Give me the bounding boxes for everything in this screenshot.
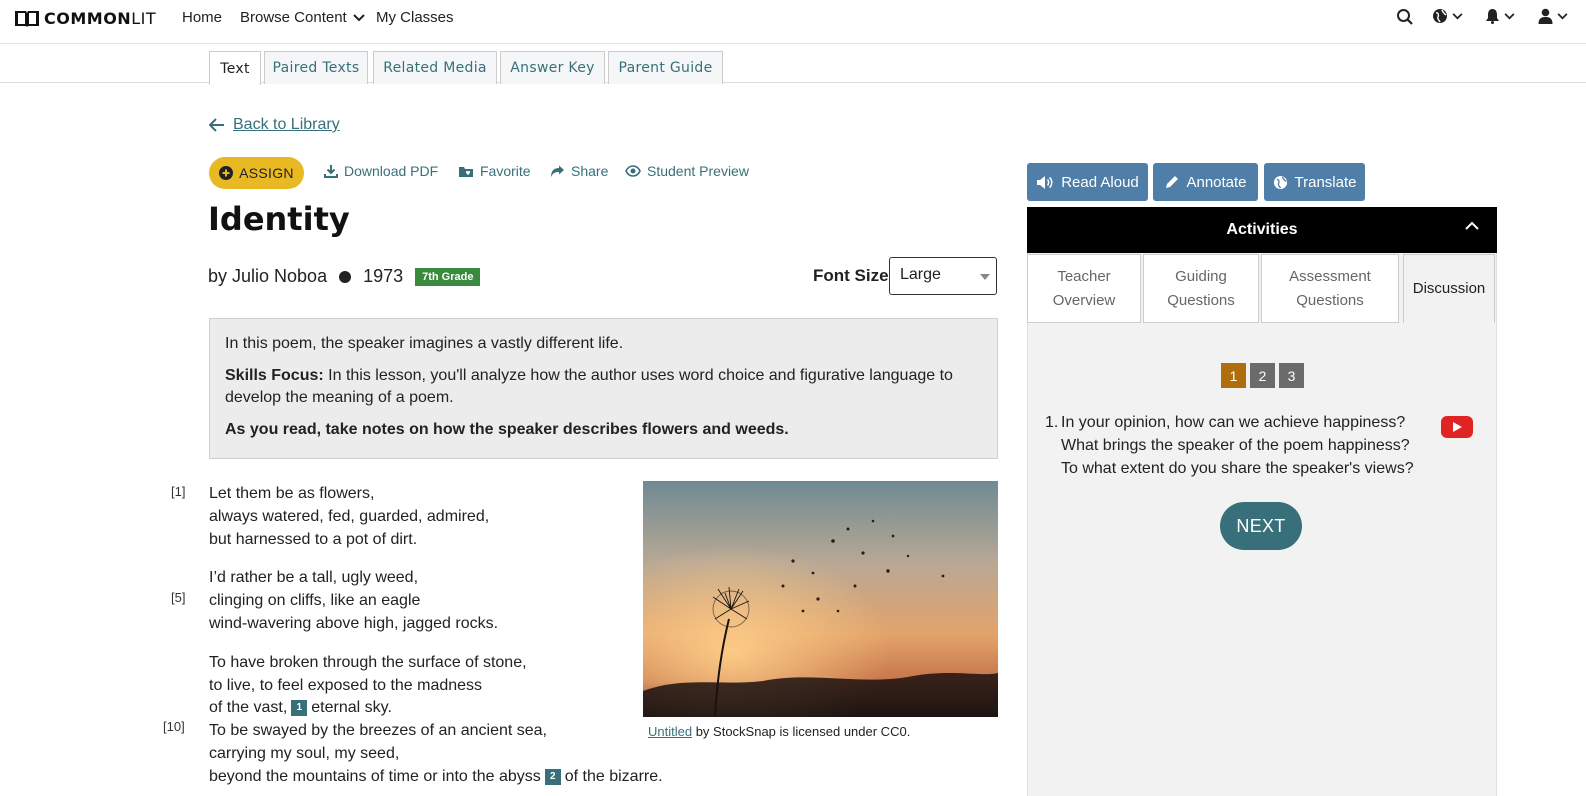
download-icon <box>324 165 338 178</box>
notifications-menu[interactable] <box>1485 8 1515 24</box>
bell-icon <box>1486 9 1499 24</box>
skills-focus: Skills Focus: In this lesson, you'll ana… <box>225 367 953 406</box>
poem-line: carrying my soul, my seed, <box>209 745 400 762</box>
poem-line: to live, to feel exposed to the madness <box>209 677 483 694</box>
byline: by Julio Noboa 1973 7th Grade <box>208 266 481 287</box>
poem-line: To be swayed by the breezes of an ancien… <box>209 722 547 739</box>
image-caption: Untitled by StockSnap is licensed under … <box>648 724 911 739</box>
page-button-1[interactable]: 1 <box>1221 363 1246 388</box>
logo-text: COMMONLIT <box>44 8 157 28</box>
text-title: Identity <box>208 200 350 238</box>
footnote-marker[interactable]: 2 <box>544 769 561 785</box>
activities-header[interactable]: Activities <box>1027 207 1497 253</box>
intro-summary: In this poem, the speaker imagines a vas… <box>225 335 624 352</box>
top-nav: COMMONLIT Home Browse Content My Classes <box>0 0 1586 44</box>
heart-folder-icon <box>459 167 473 177</box>
poem-line: clinging on cliffs, like an eagle <box>209 592 421 609</box>
poem-line: but harnessed to a pot of dirt. <box>209 531 418 548</box>
chevron-up-icon <box>1465 221 1479 230</box>
dandelion-sunset-image <box>643 481 998 717</box>
page-button-2[interactable]: 2 <box>1250 363 1275 388</box>
page-button-3[interactable]: 3 <box>1279 363 1304 388</box>
chevron-down-icon <box>1452 12 1463 19</box>
publication-year: 1973 <box>363 266 404 286</box>
separator-dot <box>339 270 352 283</box>
dropdown-caret-icon <box>980 274 990 280</box>
book-icon <box>15 11 39 27</box>
eye-icon <box>625 165 641 177</box>
grade-badge: 7th Grade <box>415 267 481 286</box>
globe-icon <box>1433 9 1447 23</box>
line-number: [5] <box>171 590 186 605</box>
commonlit-logo[interactable]: COMMONLIT <box>14 8 156 28</box>
chevron-down-icon <box>1504 12 1515 19</box>
translate-button[interactable]: Translate <box>1264 163 1365 201</box>
poem-line: always watered, fed, guarded, admired, <box>209 508 490 525</box>
next-button[interactable]: NEXT <box>1220 502 1302 550</box>
pencil-icon <box>1166 175 1179 188</box>
tab-related-media[interactable]: Related Media <box>373 51 497 84</box>
line-number: [10] <box>163 719 185 734</box>
tab-discussion[interactable]: Discussion <box>1403 254 1495 323</box>
favorite-link[interactable]: Favorite <box>458 163 531 179</box>
poem-line: To have broken through the surface of st… <box>209 654 527 671</box>
image-source-link[interactable]: Untitled <box>648 724 692 739</box>
discussion-question: 1. In your opinion, how can we achieve h… <box>1045 414 1414 477</box>
tab-paired-texts[interactable]: Paired Texts <box>264 51 368 84</box>
footnote-marker[interactable]: 1 <box>291 700 308 716</box>
line-number: [1] <box>171 484 186 499</box>
poem-line: beyond the mountains of time or into the… <box>209 768 663 785</box>
annotate-button[interactable]: Annotate <box>1153 163 1258 201</box>
speaker-icon <box>1037 175 1053 189</box>
assign-button[interactable]: ASSIGN <box>209 157 304 189</box>
tab-guiding-questions[interactable]: Guiding Questions <box>1143 254 1259 323</box>
as-you-read: As you read, take notes on how the speak… <box>225 421 789 438</box>
author[interactable]: by Julio Noboa <box>208 266 327 287</box>
user-icon <box>1538 8 1553 24</box>
search-icon <box>1397 9 1413 25</box>
back-to-library-link[interactable]: Back to Library <box>209 116 340 134</box>
youtube-icon[interactable] <box>1441 416 1473 438</box>
nav-home[interactable]: Home <box>182 9 222 26</box>
poem-line: I’d rather be a tall, ugly weed, <box>209 569 419 586</box>
font-size-select[interactable]: Large <box>889 257 997 295</box>
student-preview-link[interactable]: Student Preview <box>625 163 749 179</box>
arrow-left-icon <box>209 118 224 132</box>
read-aloud-button[interactable]: Read Aloud <box>1027 163 1148 201</box>
poem-line: Let them be as flowers, <box>209 485 375 502</box>
chevron-down-icon <box>1557 12 1568 19</box>
intro-box: In this poem, the speaker imagines a vas… <box>209 318 998 459</box>
language-menu[interactable] <box>1432 8 1463 24</box>
poem-line: wind-wavering above high, jagged rocks. <box>209 615 499 632</box>
plus-circle-icon <box>219 166 234 180</box>
font-size-label: Font Size <box>813 266 889 285</box>
download-pdf-link[interactable]: Download PDF <box>324 163 438 179</box>
share-link[interactable]: Share <box>550 163 608 179</box>
nav-browse-content[interactable]: Browse Content <box>240 9 365 26</box>
tab-teacher-overview[interactable]: Teacher Overview <box>1027 254 1141 323</box>
poem-line: of the vast, 1 eternal sky. <box>209 699 392 716</box>
chevron-down-icon <box>353 13 365 21</box>
nav-my-classes[interactable]: My Classes <box>376 9 454 26</box>
tab-answer-key[interactable]: Answer Key <box>500 51 605 84</box>
tab-text[interactable]: Text <box>209 51 261 85</box>
tab-assessment-questions[interactable]: Assessment Questions <box>1261 254 1399 323</box>
share-icon <box>551 165 564 177</box>
tab-parent-guide[interactable]: Parent Guide <box>608 51 723 84</box>
globe-icon <box>1273 175 1287 189</box>
user-menu[interactable] <box>1538 8 1568 24</box>
search-button[interactable] <box>1396 8 1414 26</box>
